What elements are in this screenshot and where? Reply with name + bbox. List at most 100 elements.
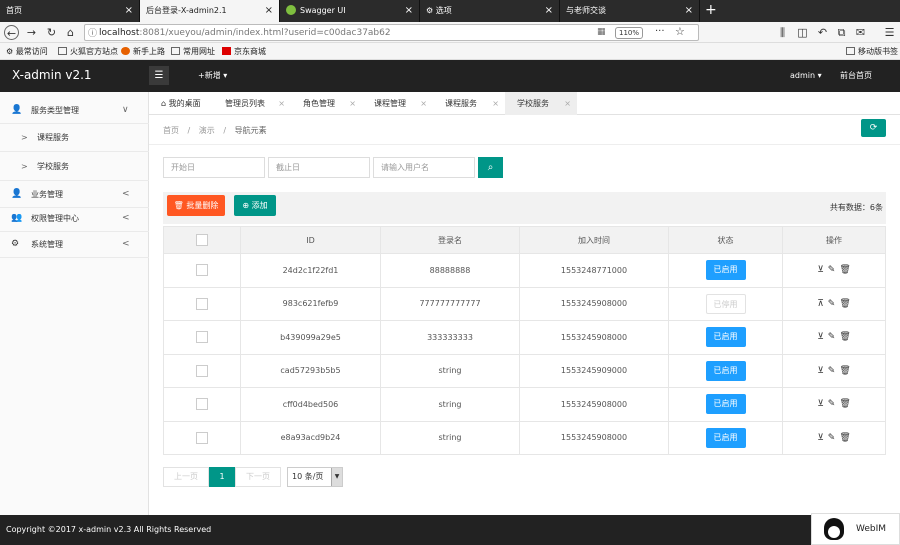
edit-icon[interactable]: ✎: [828, 265, 836, 275]
sidebar-subitem-course-service[interactable]: > 课程服务: [0, 123, 149, 152]
more-icon[interactable]: ···: [655, 26, 665, 37]
row-select[interactable]: [163, 420, 241, 455]
close-icon[interactable]: ×: [564, 92, 571, 115]
batch-delete-button[interactable]: 🗑 批量删除: [167, 195, 225, 216]
refresh-button[interactable]: ⟳: [861, 119, 886, 137]
next-page-button[interactable]: 下一页: [235, 467, 281, 487]
username-input[interactable]: 请输入用户名: [373, 157, 475, 178]
url-text[interactable]: localhost:8081/xueyou/admin/index.html?u…: [99, 27, 391, 39]
enable-icon[interactable]: ⊼: [817, 299, 824, 309]
row-select[interactable]: [163, 320, 241, 355]
close-icon[interactable]: ×: [685, 0, 693, 22]
browser-tab-chat[interactable]: 与老师交谈 ×: [560, 0, 700, 22]
edit-icon[interactable]: ✎: [828, 433, 836, 443]
extension-icon[interactable]: ⧉: [834, 25, 849, 40]
row-select[interactable]: [163, 286, 241, 321]
forward-icon[interactable]: →: [24, 25, 39, 40]
front-page-link[interactable]: 前台首页: [840, 69, 872, 83]
checkbox[interactable]: [196, 264, 208, 277]
sidebar-item-business[interactable]: 👤 业务管理 <: [0, 181, 149, 208]
close-icon[interactable]: ×: [125, 0, 133, 22]
close-icon[interactable]: ×: [492, 92, 499, 115]
qr-icon[interactable]: ▦: [597, 27, 606, 37]
checkbox[interactable]: [196, 431, 208, 444]
row-select[interactable]: [163, 353, 241, 388]
close-icon[interactable]: ×: [420, 92, 427, 115]
close-icon[interactable]: ×: [278, 92, 285, 115]
tab-course-service[interactable]: 课程服务 ×: [433, 92, 505, 115]
prev-page-button[interactable]: 上一页: [163, 467, 209, 487]
row-select[interactable]: [163, 253, 241, 288]
close-icon[interactable]: ×: [545, 0, 553, 22]
sidebar-item-system[interactable]: ⚙ 系统管理 <: [0, 231, 149, 258]
sidebar-item-permissions[interactable]: 👥 权限管理中心 <: [0, 205, 149, 232]
chat-icon[interactable]: ✉: [853, 25, 868, 40]
checkbox[interactable]: [196, 331, 208, 344]
url-bar[interactable]: ⓘ localhost:8081/xueyou/admin/index.html…: [84, 24, 699, 41]
delete-icon[interactable]: 🗑: [839, 433, 850, 443]
breadcrumb-demo[interactable]: 演示: [199, 126, 215, 135]
tab-school-service[interactable]: 学校服务 ×: [505, 92, 577, 115]
tab-desktop[interactable]: ⌂ 我的桌面: [149, 92, 213, 115]
library-icon[interactable]: ⫼: [775, 25, 790, 40]
user-menu[interactable]: admin ▾: [790, 69, 822, 83]
close-icon[interactable]: ×: [349, 92, 356, 115]
new-menu-dropdown[interactable]: +新增 ▾: [198, 69, 227, 83]
back-icon[interactable]: ←: [4, 25, 19, 40]
delete-icon[interactable]: 🗑: [839, 265, 850, 275]
bookmark-newbie[interactable]: 新手上路: [121, 46, 165, 57]
add-button[interactable]: ⊕ 添加: [234, 195, 276, 216]
home-icon[interactable]: ⌂: [63, 25, 78, 40]
bookmark-common[interactable]: 常用网址: [171, 46, 215, 57]
reload-icon[interactable]: ↻: [44, 25, 59, 40]
new-tab-icon[interactable]: +: [705, 2, 717, 18]
search-button[interactable]: ⌕: [478, 157, 503, 178]
header-select-all[interactable]: [163, 226, 241, 254]
disable-icon[interactable]: ⊻: [817, 332, 824, 342]
status-badge[interactable]: 已启用: [705, 360, 746, 381]
status-badge[interactable]: 已启用: [705, 394, 746, 415]
breadcrumb-home[interactable]: 首页: [163, 126, 179, 135]
delete-icon[interactable]: 🗑: [839, 299, 850, 309]
checkbox[interactable]: [196, 398, 208, 411]
disable-icon[interactable]: ⊻: [817, 265, 824, 275]
sidebar-toggle-icon[interactable]: ◫: [795, 25, 810, 40]
bookmark-jd[interactable]: 京东商城: [222, 46, 266, 57]
browser-tab-home[interactable]: 首页 ×: [0, 0, 140, 22]
checkbox[interactable]: [196, 234, 208, 246]
disable-icon[interactable]: ⊻: [817, 366, 824, 376]
tab-role-management[interactable]: 角色管理 ×: [291, 92, 362, 115]
delete-icon[interactable]: 🗑: [839, 366, 850, 376]
end-date-input[interactable]: 截止日: [268, 157, 370, 178]
browser-tab-admin[interactable]: 后台登录-X-admin2.1 ×: [140, 0, 280, 22]
page-size-select[interactable]: 10 条/页 ▼: [287, 467, 343, 487]
status-badge[interactable]: 已启用: [705, 327, 746, 348]
close-icon[interactable]: ×: [405, 0, 413, 22]
star-icon[interactable]: ☆: [675, 25, 685, 38]
edit-icon[interactable]: ✎: [828, 366, 836, 376]
bookmark-mobile[interactable]: 移动版书签: [846, 46, 898, 57]
tab-course-management[interactable]: 课程管理 ×: [362, 92, 433, 115]
status-badge[interactable]: 已启用: [705, 260, 746, 281]
browser-tab-options[interactable]: ⚙ 选项 ×: [420, 0, 560, 22]
menu-icon[interactable]: ☰: [882, 25, 897, 40]
checkbox[interactable]: [196, 364, 208, 377]
disable-icon[interactable]: ⊻: [817, 433, 824, 443]
close-icon[interactable]: ×: [265, 0, 273, 22]
undo-icon[interactable]: ↶: [815, 25, 830, 40]
sidebar-item-service-types[interactable]: 👤 服务类型管理 ∨: [0, 97, 149, 124]
edit-icon[interactable]: ✎: [828, 299, 836, 309]
browser-tab-swagger[interactable]: Swagger UI ×: [280, 0, 420, 22]
page-1-button[interactable]: 1: [209, 467, 235, 487]
webim-button[interactable]: WebIM: [811, 513, 900, 545]
checkbox[interactable]: [196, 297, 208, 310]
delete-icon[interactable]: 🗑: [839, 399, 850, 409]
sidebar-subitem-school-service[interactable]: > 学校服务: [0, 152, 149, 181]
bookmark-most-visited[interactable]: ⚙ 最常访问: [6, 46, 48, 57]
tab-admin-list[interactable]: 管理员列表 ×: [213, 92, 291, 115]
edit-icon[interactable]: ✎: [828, 399, 836, 409]
disable-icon[interactable]: ⊻: [817, 399, 824, 409]
row-select[interactable]: [163, 387, 241, 422]
status-badge[interactable]: 已停用: [705, 293, 746, 314]
edit-icon[interactable]: ✎: [828, 332, 836, 342]
